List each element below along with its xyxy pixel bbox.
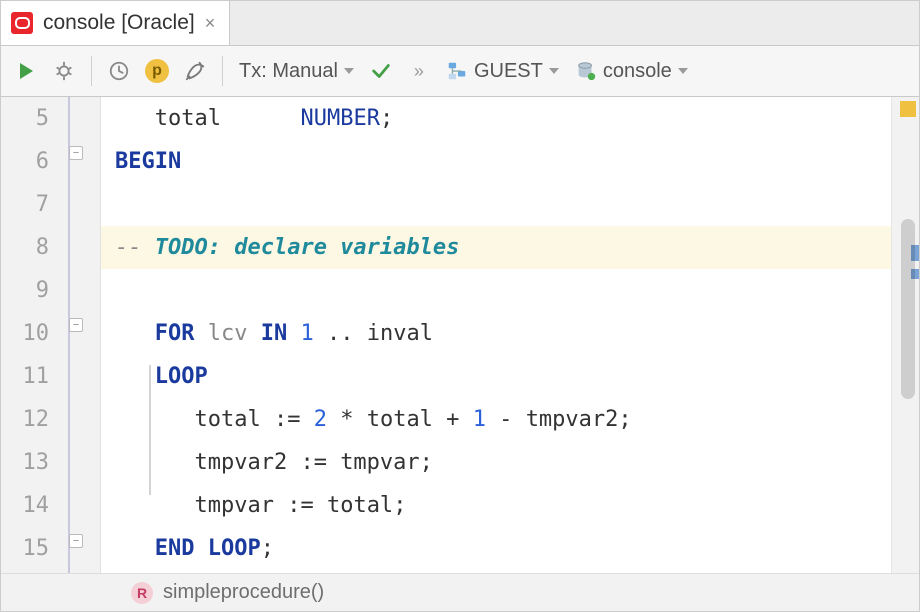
line-number: 8 bbox=[1, 226, 49, 269]
session-dropdown[interactable]: console bbox=[569, 54, 694, 88]
indent-guide bbox=[149, 365, 151, 495]
inspection-status-icon[interactable] bbox=[900, 101, 916, 117]
line-number: 14 bbox=[1, 484, 49, 527]
tab-bar: console [Oracle] × bbox=[1, 1, 919, 46]
line-number: 7 bbox=[1, 183, 49, 226]
line-number: 9 bbox=[1, 269, 49, 312]
commit-button[interactable] bbox=[364, 54, 398, 88]
breadcrumb-bar: R simpleprocedure() bbox=[1, 573, 919, 611]
gutter: 5 6 7 8 9 10 11 12 13 14 15 bbox=[1, 97, 63, 573]
history-button[interactable] bbox=[102, 54, 136, 88]
code-line: BEGIN bbox=[115, 140, 891, 183]
editor-tab[interactable]: console [Oracle] × bbox=[1, 1, 230, 45]
fold-handle[interactable]: − bbox=[69, 146, 83, 160]
breadcrumb-symbol[interactable]: simpleprocedure() bbox=[163, 581, 324, 604]
debug-button[interactable] bbox=[47, 54, 81, 88]
code-line: END LOOP; bbox=[115, 527, 891, 570]
line-number: 15 bbox=[1, 527, 49, 570]
p-icon: p bbox=[145, 59, 169, 83]
code-line: total NUMBER; bbox=[115, 97, 891, 140]
fold-handle[interactable]: − bbox=[69, 318, 83, 332]
routine-icon: R bbox=[131, 582, 153, 604]
database-icon bbox=[575, 60, 597, 82]
code-line bbox=[115, 269, 891, 312]
tx-mode-dropdown[interactable]: Tx: Manual bbox=[233, 54, 360, 88]
code-line: tmpvar := total; bbox=[115, 484, 891, 527]
code-line bbox=[115, 183, 891, 226]
settings-button[interactable] bbox=[178, 54, 212, 88]
line-number: 12 bbox=[1, 398, 49, 441]
line-number: 11 bbox=[1, 355, 49, 398]
fold-strip: − − − bbox=[63, 97, 101, 573]
toolbar: p Tx: Manual » GUEST console bbox=[1, 46, 919, 97]
separator bbox=[222, 56, 223, 86]
toolbar-overflow[interactable]: » bbox=[402, 54, 436, 88]
code-line: FOR lcv IN 1 .. inval bbox=[115, 312, 891, 355]
line-number: 10 bbox=[1, 312, 49, 355]
code-line: tmpvar2 := tmpvar; bbox=[115, 441, 891, 484]
separator bbox=[91, 56, 92, 86]
chevron-down-icon bbox=[344, 68, 354, 74]
schema-icon bbox=[446, 60, 468, 82]
chevron-down-icon bbox=[678, 68, 688, 74]
line-number: 13 bbox=[1, 441, 49, 484]
scrollbar-thumb[interactable] bbox=[901, 219, 915, 399]
close-icon[interactable]: × bbox=[205, 13, 216, 34]
run-button[interactable] bbox=[9, 54, 43, 88]
marker-strip bbox=[891, 97, 919, 573]
chevron-down-icon bbox=[549, 68, 559, 74]
fold-guide bbox=[68, 97, 70, 573]
fold-handle[interactable]: − bbox=[69, 534, 83, 548]
oracle-icon bbox=[11, 12, 33, 34]
line-number: 5 bbox=[1, 97, 49, 140]
line-number: 6 bbox=[1, 140, 49, 183]
playground-button[interactable]: p bbox=[140, 54, 174, 88]
code-area[interactable]: total NUMBER; BEGIN -- TODO: declare var… bbox=[101, 97, 891, 573]
session-label: console bbox=[603, 60, 672, 83]
schema-label: GUEST bbox=[474, 60, 543, 83]
editor[interactable]: 5 6 7 8 9 10 11 12 13 14 15 − − − total … bbox=[1, 97, 919, 573]
tx-mode-label: Tx: Manual bbox=[239, 60, 338, 83]
code-line: LOOP bbox=[115, 355, 891, 398]
tab-title: console [Oracle] bbox=[43, 11, 195, 35]
schema-dropdown[interactable]: GUEST bbox=[440, 54, 565, 88]
code-line: total := 2 * total + 1 - tmpvar2; bbox=[115, 398, 891, 441]
